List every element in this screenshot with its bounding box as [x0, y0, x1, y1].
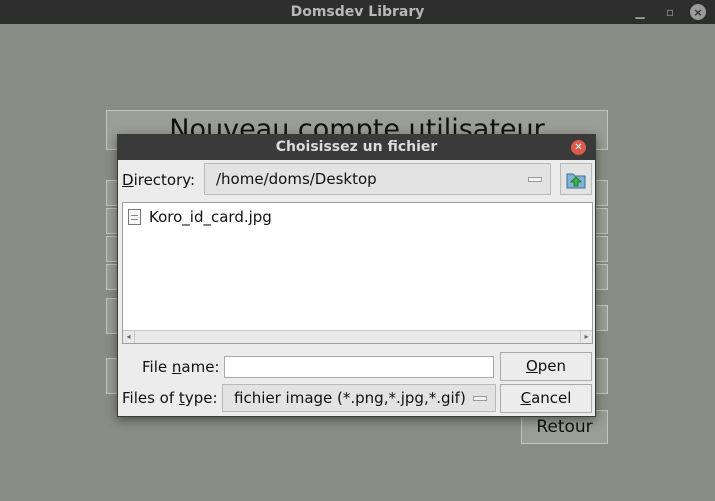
- file-name-text: Koro_id_card.jpg: [149, 208, 272, 226]
- dialog-titlebar: Choisissez un fichier ✕: [118, 135, 595, 160]
- file-name-input[interactable]: [224, 356, 494, 378]
- open-button[interactable]: Open: [500, 352, 592, 381]
- document-icon: [128, 209, 141, 225]
- file-list[interactable]: Koro_id_card.jpg ◂ ▸: [122, 202, 593, 344]
- scroll-left-icon[interactable]: ◂: [123, 331, 135, 343]
- form-field[interactable]: [595, 208, 608, 234]
- file-type-combo[interactable]: fichier image (*.png,*.jpg,*.gif): [222, 384, 496, 412]
- horizontal-scrollbar[interactable]: ◂ ▸: [123, 330, 592, 343]
- file-type-value: fichier image (*.png,*.jpg,*.gif): [234, 389, 466, 407]
- form-field[interactable]: [595, 236, 608, 262]
- dropdown-icon: [473, 396, 487, 401]
- minimize-icon[interactable]: ▁: [632, 4, 648, 20]
- form-field[interactable]: [595, 180, 608, 206]
- scroll-right-icon[interactable]: ▸: [580, 331, 592, 343]
- directory-combo[interactable]: /home/doms/Desktop: [204, 163, 551, 195]
- window-title: Domsdev Library: [290, 4, 425, 20]
- up-folder-icon: [566, 173, 586, 189]
- window-titlebar: Domsdev Library: [0, 0, 715, 24]
- close-icon[interactable]: ✕: [571, 140, 586, 155]
- directory-label: Directory:: [122, 171, 196, 189]
- cancel-button[interactable]: Cancel: [500, 384, 592, 413]
- form-field[interactable]: [595, 305, 608, 331]
- file-name-label: File name:: [142, 358, 220, 376]
- dropdown-icon: [528, 177, 542, 182]
- dialog-title: Choisissez un fichier: [275, 139, 438, 155]
- list-item[interactable]: Koro_id_card.jpg: [128, 208, 272, 226]
- form-field[interactable]: [595, 358, 608, 394]
- maximize-icon[interactable]: ▫: [662, 4, 678, 20]
- file-chooser-dialog: Choisissez un fichier ✕ Directory: /home…: [117, 134, 596, 417]
- files-of-type-label: Files of type:: [122, 389, 218, 407]
- directory-value: /home/doms/Desktop: [216, 170, 377, 188]
- form-field[interactable]: [595, 264, 608, 290]
- close-icon[interactable]: ×: [690, 4, 706, 20]
- up-folder-button[interactable]: [560, 163, 592, 195]
